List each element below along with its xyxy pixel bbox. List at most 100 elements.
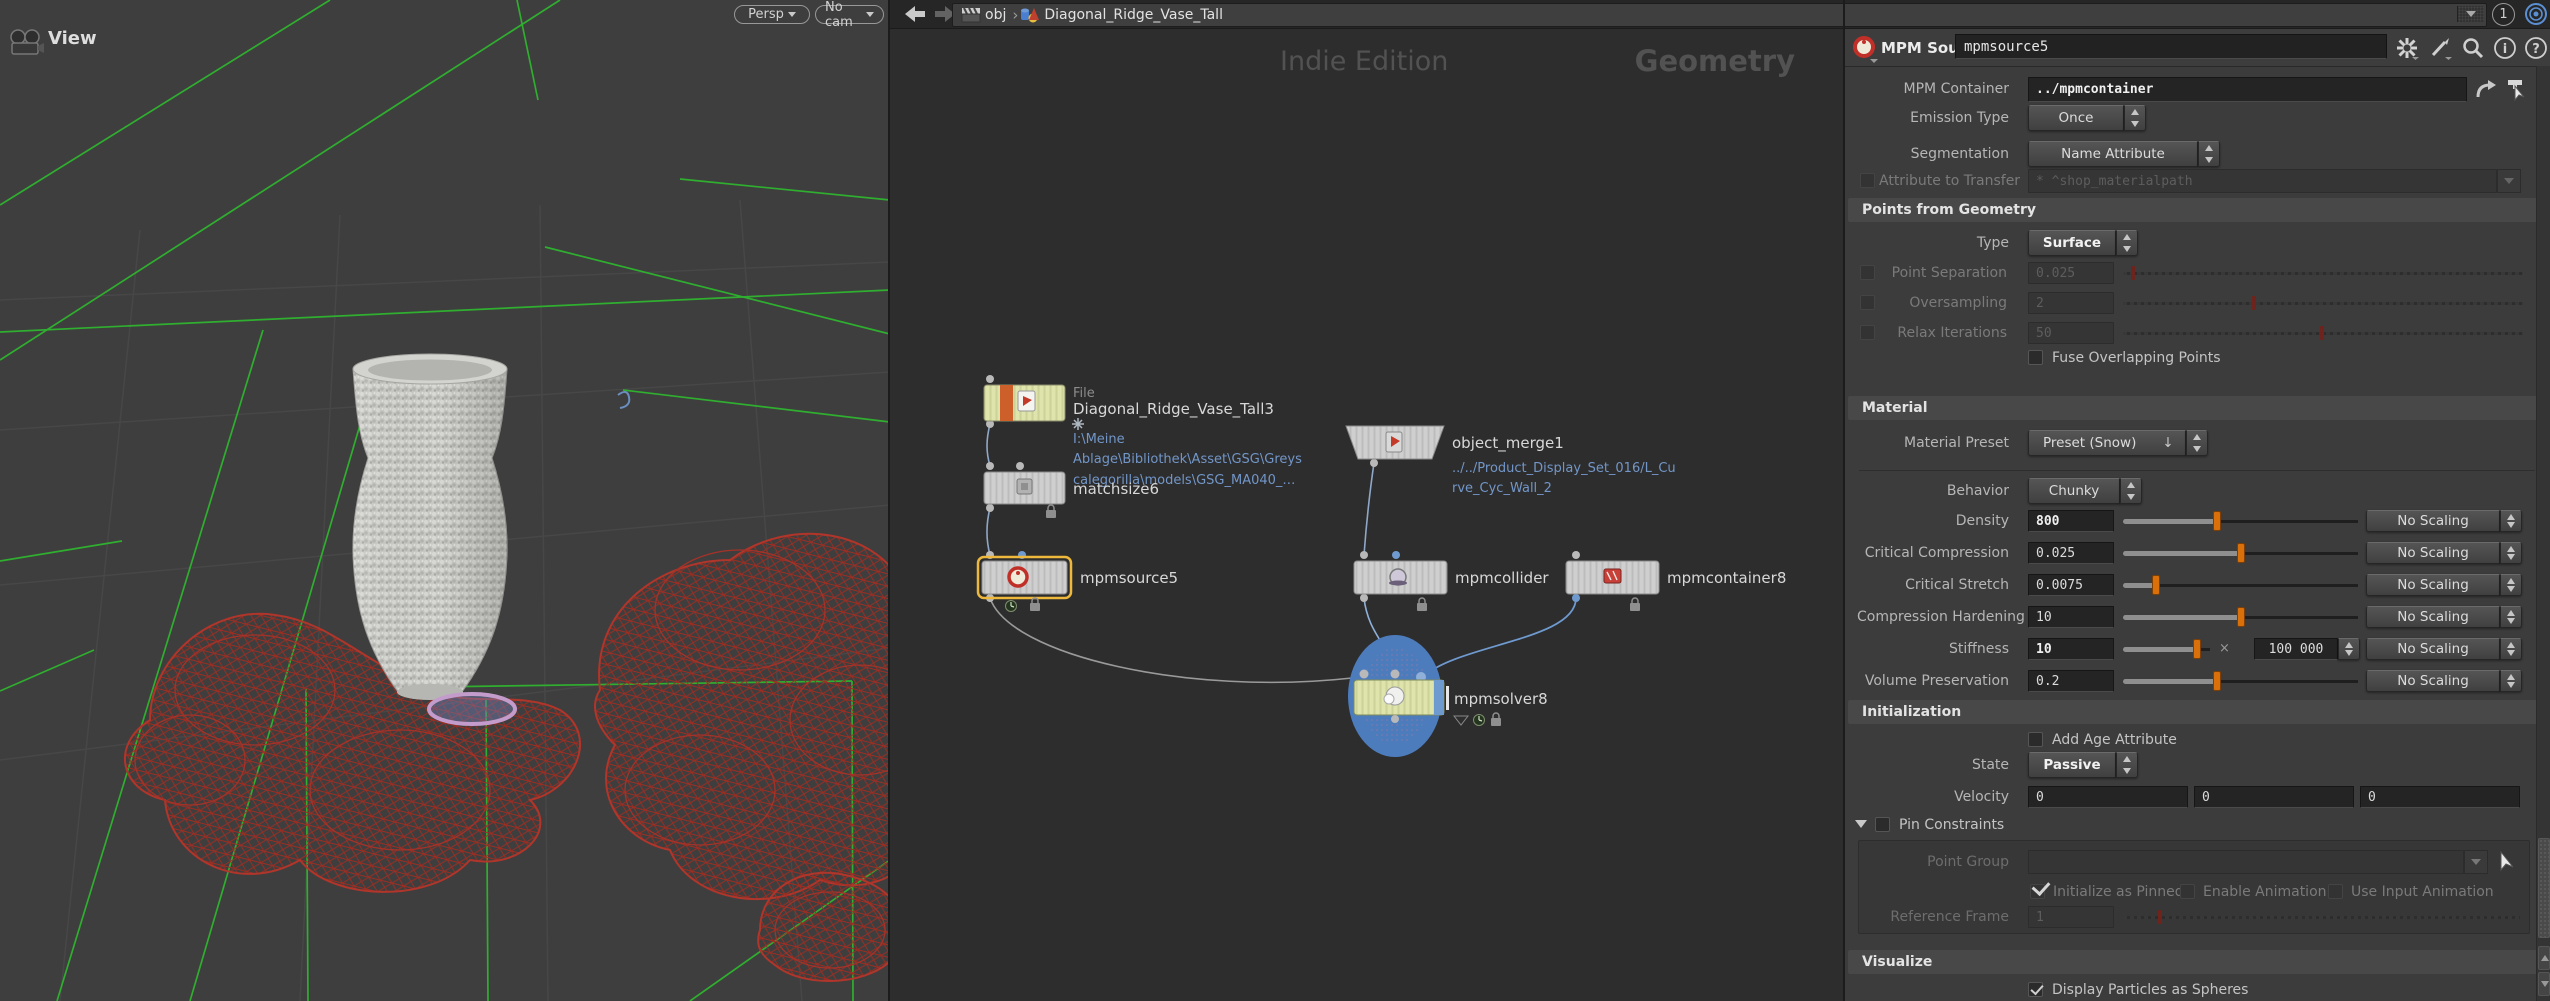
use-input-animation-checkbox[interactable]: [2328, 884, 2343, 899]
mpm-container-input[interactable]: ../mpmcontainer: [2028, 77, 2467, 102]
segmentation-dropdown[interactable]: Name Attribute: [2028, 141, 2198, 167]
compression-hardening-input[interactable]: 10: [2028, 606, 2114, 628]
desktop-indicator[interactable]: 1: [2492, 3, 2515, 26]
gear-icon[interactable]: [2395, 36, 2419, 60]
density-scale-dropdown[interactable]: No Scaling: [2366, 510, 2500, 532]
critical-compression-scale-spinner[interactable]: [2500, 542, 2522, 564]
volume-preservation-slider-track[interactable]: [2217, 680, 2358, 683]
input-connector[interactable]: [1360, 670, 1369, 679]
critical-compression-slider-track[interactable]: [2241, 552, 2358, 555]
reference-frame-input[interactable]: 1: [2028, 906, 2114, 928]
density-slider[interactable]: [2123, 519, 2217, 524]
volume-preservation-input[interactable]: 0.2: [2028, 670, 2114, 692]
brush-icon[interactable]: [2428, 36, 2452, 60]
segmentation-spinner[interactable]: [2198, 141, 2220, 167]
output-connector-blue[interactable]: [1572, 594, 1580, 602]
behavior-dropdown[interactable]: Chunky: [2028, 478, 2120, 504]
camera-select-menu[interactable]: No cam: [815, 5, 884, 24]
initialize-as-pinned-checkbox[interactable]: [2030, 884, 2045, 899]
critical-stretch-slider-handle[interactable]: [2152, 575, 2160, 595]
node-file[interactable]: File Diagonal_Ridge_Vase_Tall3 I:\Meine …: [984, 375, 1302, 488]
point-separation-checkbox[interactable]: [1860, 265, 1875, 280]
material-preset-spinner[interactable]: [2186, 430, 2208, 456]
input-connector[interactable]: [1360, 551, 1368, 559]
output-connector[interactable]: [1391, 715, 1399, 723]
type-spinner[interactable]: [2116, 230, 2138, 256]
breadcrumb[interactable]: obj › Diagonal_Ridge_Vase_Tall: [952, 3, 2487, 27]
output-connector[interactable]: [1360, 594, 1368, 602]
jump-to-operator-icon[interactable]: [2474, 79, 2498, 101]
node-mpmsolver[interactable]: mpmsolver8: [1348, 635, 1548, 757]
pane-divider[interactable]: [1843, 0, 1845, 1001]
volume-preservation-scale-dropdown[interactable]: No Scaling: [2366, 670, 2500, 692]
point-separation-slider[interactable]: [2123, 272, 2523, 275]
stiffness-input[interactable]: 10: [2028, 638, 2114, 660]
critical-compression-input[interactable]: 0.025: [2028, 542, 2114, 564]
node-matchsize[interactable]: matchsize6: [984, 462, 1159, 518]
emission-type-spinner[interactable]: [2124, 105, 2146, 131]
material-preset-dropdown[interactable]: Preset (Snow) ↓: [2028, 430, 2186, 456]
input-connector[interactable]: [986, 462, 994, 470]
velocity-y-input[interactable]: 0: [2194, 786, 2354, 808]
select-geometry-icon[interactable]: [2497, 851, 2519, 873]
section-initialization[interactable]: Initialization: [1848, 700, 2547, 724]
compression-hardening-slider-track[interactable]: [2241, 616, 2358, 619]
breadcrumb-current[interactable]: Diagonal_Ridge_Vase_Tall: [1044, 7, 1223, 23]
volume-preservation-scale-spinner[interactable]: [2500, 670, 2522, 692]
radial-menu-icon[interactable]: [2524, 2, 2548, 26]
input-connector[interactable]: [1572, 551, 1580, 559]
oversampling-slider[interactable]: [2123, 302, 2523, 305]
input-connector[interactable]: [1016, 462, 1024, 470]
behavior-spinner[interactable]: [2120, 478, 2142, 504]
network-editor-pane[interactable]: Indie Edition Geometry: [890, 0, 1845, 1001]
state-spinner[interactable]: [2116, 752, 2138, 778]
enable-animation-checkbox[interactable]: [2180, 884, 2195, 899]
history-back-button[interactable]: [902, 3, 928, 25]
point-group-input[interactable]: [2028, 850, 2464, 874]
node-mpmcontainer[interactable]: mpmcontainer8: [1566, 551, 1786, 611]
node-name-input[interactable]: mpmsource5: [1955, 34, 2387, 59]
point-group-menu-button[interactable]: [2464, 850, 2488, 874]
scroll-down-button[interactable]: [2538, 972, 2550, 996]
search-icon[interactable]: [2461, 36, 2485, 60]
display-particles-checkbox[interactable]: [2028, 982, 2043, 997]
section-material[interactable]: Material: [1848, 396, 2547, 420]
critical-stretch-input[interactable]: 0.0075: [2028, 574, 2114, 596]
density-input[interactable]: 800: [2028, 510, 2114, 532]
reference-frame-slider[interactable]: [2123, 916, 2520, 919]
info-icon[interactable]: i: [2493, 36, 2517, 60]
input-connector[interactable]: [986, 375, 994, 383]
critical-stretch-slider-track[interactable]: [2156, 584, 2358, 587]
pin-constraints-checkbox[interactable]: [1875, 817, 1890, 832]
critical-compression-slider-handle[interactable]: [2237, 543, 2245, 563]
compression-hardening-slider[interactable]: [2123, 615, 2241, 620]
input-connector[interactable]: [1391, 670, 1400, 679]
scroll-up-button[interactable]: [2538, 946, 2550, 970]
density-slider-handle[interactable]: [2213, 511, 2221, 531]
section-points-from-geometry[interactable]: Points from Geometry: [1848, 198, 2547, 222]
select-operator-icon[interactable]: [2504, 78, 2528, 102]
fuse-overlapping-checkbox[interactable]: [2028, 350, 2043, 365]
stiffness-scale-dropdown[interactable]: No Scaling: [2366, 638, 2500, 660]
point-separation-input[interactable]: 0.025: [2028, 262, 2114, 284]
attribute-to-transfer-input[interactable]: * ^shop_materialpath: [2028, 169, 2497, 193]
velocity-x-input[interactable]: 0: [2028, 786, 2188, 808]
add-age-checkbox[interactable]: [2028, 732, 2043, 747]
volume-preservation-slider-handle[interactable]: [2213, 671, 2221, 691]
collapse-triangle-icon[interactable]: [1855, 820, 1867, 828]
critical-compression-scale-dropdown[interactable]: No Scaling: [2366, 542, 2500, 564]
help-icon[interactable]: ?: [2524, 36, 2548, 60]
stiffness-slider-handle[interactable]: [2193, 639, 2201, 659]
attribute-menu-button[interactable]: [2497, 169, 2521, 193]
relax-iterations-checkbox[interactable]: [1860, 325, 1875, 340]
stiffness-slider[interactable]: [2123, 647, 2197, 652]
type-dropdown[interactable]: Surface: [2028, 230, 2116, 256]
oversampling-checkbox[interactable]: [1860, 295, 1875, 310]
node-mpmcollider[interactable]: mpmcollider: [1354, 551, 1549, 611]
critical-stretch-scale-spinner[interactable]: [2500, 574, 2522, 596]
input-connector-blue[interactable]: [1392, 551, 1400, 559]
section-visualize[interactable]: Visualize: [1848, 950, 2547, 974]
compression-hardening-scale-spinner[interactable]: [2500, 606, 2522, 628]
camera-projection-menu[interactable]: Persp: [734, 5, 810, 24]
density-slider-track[interactable]: [2217, 520, 2358, 523]
